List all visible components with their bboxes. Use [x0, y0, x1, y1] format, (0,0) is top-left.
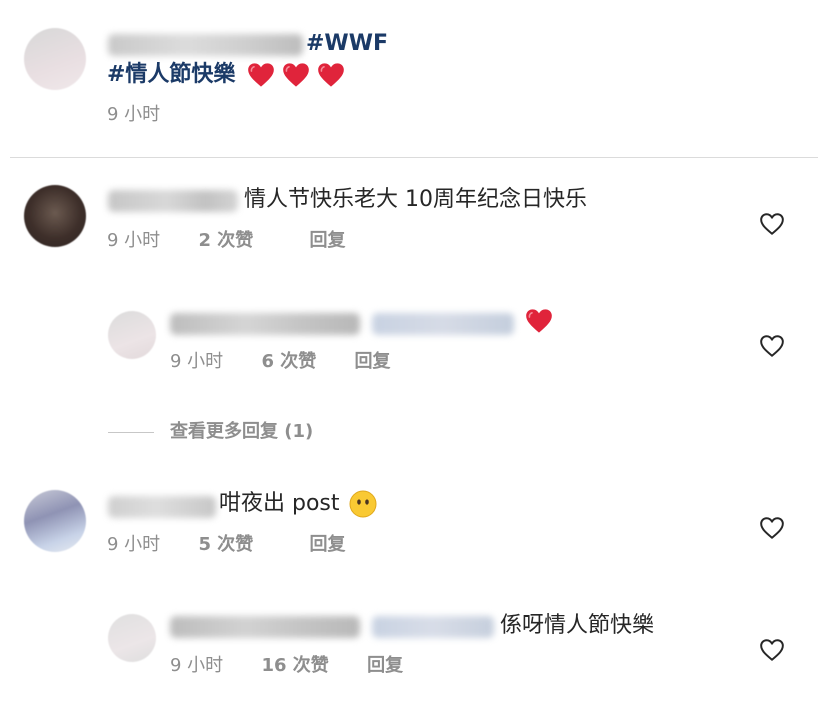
reply-button[interactable]: 回复	[367, 655, 403, 676]
comment-avatar[interactable]	[24, 185, 86, 247]
reply-avatar[interactable]	[108, 614, 156, 662]
heart-outline-icon[interactable]	[759, 516, 785, 544]
reply-likes[interactable]: 6 次赞	[261, 351, 316, 372]
caption-divider	[10, 157, 818, 158]
heart-emoji-icon	[525, 308, 553, 338]
comment-username-redacted[interactable]	[108, 190, 238, 212]
reply-text: 係呀情人節快樂	[500, 613, 655, 638]
reply-username-redacted[interactable]	[170, 313, 360, 335]
reply-meta: 9 小时 16 次赞 回复	[170, 654, 403, 678]
reply-likes[interactable]: 16 次赞	[261, 655, 328, 676]
heart-outline-icon[interactable]	[759, 638, 785, 666]
neutral-face-emoji-icon	[349, 490, 377, 522]
caption-text: #情人節快樂	[107, 60, 345, 92]
comment-avatar[interactable]	[24, 490, 86, 552]
hashtag-wwf[interactable]: #WWF	[306, 29, 388, 59]
heart-emoji-icon	[282, 62, 310, 92]
comment-meta: 9 小时 2 次赞 回复	[107, 229, 346, 253]
hashtag-valentine[interactable]: #情人節快樂	[107, 62, 235, 87]
comment-likes[interactable]: 5 次赞	[198, 534, 253, 555]
caption-avatar[interactable]	[24, 28, 86, 90]
comment-text: 咁夜出 post	[219, 491, 340, 516]
reply-time: 9 小时	[170, 351, 224, 372]
reply-button[interactable]: 回复	[355, 351, 391, 372]
heart-emoji-icon	[247, 62, 275, 92]
reply-time: 9 小时	[170, 655, 224, 676]
comment-text: 情人节快乐老大 10周年纪念日快乐	[244, 187, 587, 212]
reply-mention-redacted[interactable]	[372, 313, 514, 335]
caption-time: 9 小时	[107, 104, 161, 125]
view-more-line	[108, 432, 154, 433]
caption-username-redacted[interactable]	[108, 34, 303, 56]
comment-text-row: 咁夜出 post	[219, 489, 377, 522]
comment-time: 9 小时	[107, 534, 161, 555]
reply-button[interactable]: 回复	[310, 230, 346, 251]
reply-button[interactable]: 回复	[310, 534, 346, 555]
view-more-replies-button[interactable]: 查看更多回复 (1)	[170, 420, 313, 444]
reply-username-redacted[interactable]	[170, 616, 360, 638]
heart-outline-icon[interactable]	[759, 334, 785, 362]
comment-username-redacted[interactable]	[108, 496, 216, 518]
comment-time: 9 小时	[107, 230, 161, 251]
heart-outline-icon[interactable]	[759, 212, 785, 240]
reply-meta: 9 小时 6 次赞 回复	[170, 350, 391, 374]
reply-mention-redacted[interactable]	[372, 616, 494, 638]
reply-avatar[interactable]	[108, 311, 156, 359]
comment-likes[interactable]: 2 次赞	[198, 230, 253, 251]
heart-emoji-icon	[317, 62, 345, 92]
comment-meta: 9 小时 5 次赞 回复	[107, 533, 346, 557]
